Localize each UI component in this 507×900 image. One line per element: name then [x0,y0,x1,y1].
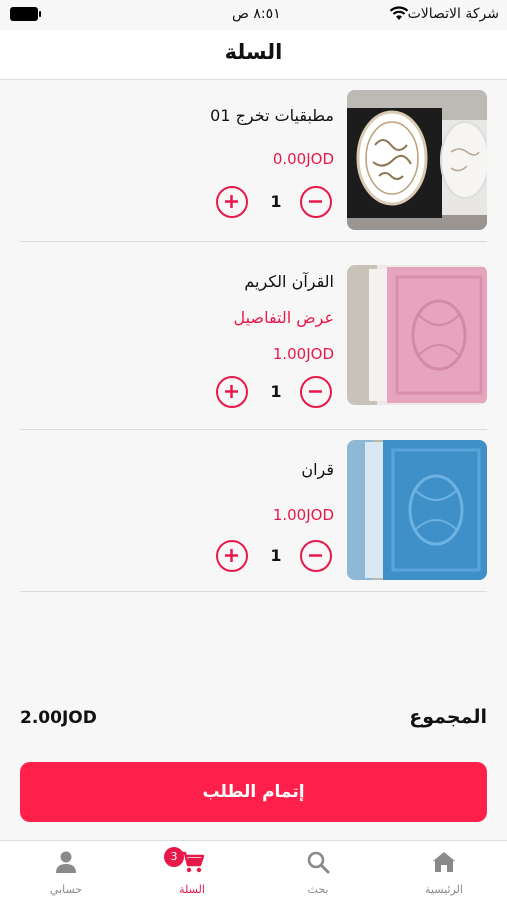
total-label: المجموع [409,706,487,728]
tab-label: السلة [179,883,205,896]
tab-label: الرئيسية [425,883,463,896]
quantity-value: 1 [270,546,282,565]
view-details-link[interactable]: عرض التفاصيل [234,308,334,327]
increase-button[interactable] [216,186,248,218]
plus-icon [225,385,238,398]
page-title: السلة [224,40,283,64]
decrease-button[interactable] [300,186,332,218]
status-bar: شركة الاتصالات ٨:٥١ ص [0,0,507,30]
item-price: 1.00JOD [272,506,334,524]
total-row: المجموع 2.00JOD [20,700,487,740]
product-image[interactable] [347,440,487,580]
increase-button[interactable] [216,376,248,408]
item-price: 0.00JOD [272,150,334,168]
increase-button[interactable] [216,540,248,572]
tab-label: حسابي [49,883,83,896]
home-icon [433,852,455,872]
carrier-name: شركة الاتصالات [407,6,499,22]
product-image[interactable] [347,265,487,405]
battery-icon [10,7,41,21]
quantity-value: 1 [270,382,282,401]
clock: ٨:٥١ ص [232,6,281,22]
product-image[interactable] [347,90,487,230]
cart-item: القرآن الكريم عرض التفاصيل 1.00JOD 1 [20,242,487,430]
cart-item: مطبقيات تخرج 01 0.00JOD 1 [20,80,487,242]
decrease-button[interactable] [300,540,332,572]
minus-icon [309,390,322,393]
tab-label: بحث [307,883,329,896]
tab-cart[interactable]: 3 السلة [129,841,255,900]
checkout-button[interactable]: إتمام الطلب [20,762,487,822]
decrease-button[interactable] [300,376,332,408]
cart-badge: 3 [164,847,184,867]
tab-home[interactable]: الرئيسية [381,841,507,900]
minus-icon [309,554,322,557]
cart-item: قران 1.00JOD 1 [20,430,487,592]
minus-icon [309,200,322,203]
user-icon [56,851,76,873]
search-icon [307,851,330,874]
plus-icon [225,195,238,208]
tab-search[interactable]: بحث [255,841,381,900]
plus-icon [225,549,238,562]
quantity-value: 1 [270,192,282,211]
item-name: القرآن الكريم [244,272,334,291]
total-value: 2.00JOD [20,708,97,728]
item-name: مطبقيات تخرج 01 [210,106,334,125]
tab-account[interactable]: حسابي [3,841,129,900]
tab-bar: الرئيسية بحث 3 السلة حسابي [0,840,507,900]
item-name: قران [301,460,334,479]
item-price: 1.00JOD [272,345,334,363]
header: السلة [0,30,507,80]
wifi-icon [389,6,409,20]
